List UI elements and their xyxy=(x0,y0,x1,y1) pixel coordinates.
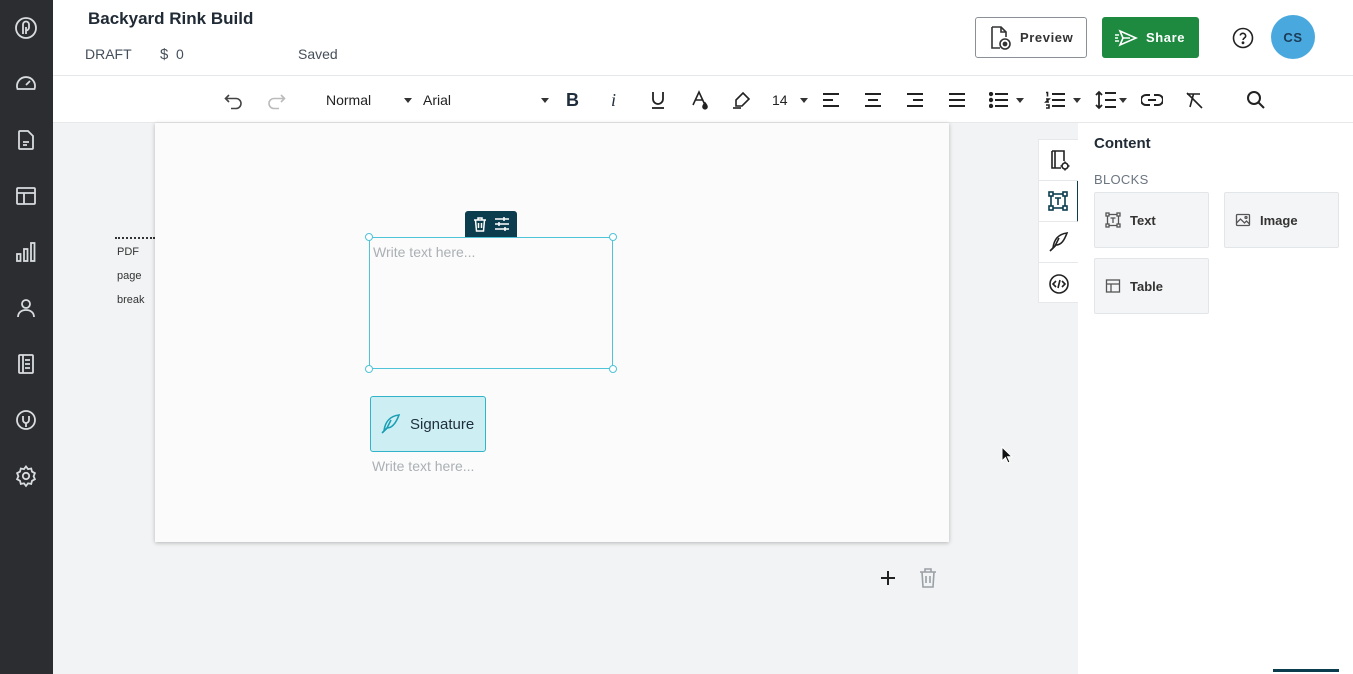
chevron-down-icon xyxy=(799,97,808,103)
preview-label: Preview xyxy=(1020,30,1074,45)
undo-icon[interactable] xyxy=(223,89,245,111)
block-toolbar xyxy=(465,211,517,237)
table-block-tile[interactable]: Table xyxy=(1094,258,1209,314)
signature-text-placeholder[interactable]: Write text here... xyxy=(372,458,474,474)
image-block-label: Image xyxy=(1260,212,1298,228)
pdf-break-label: page xyxy=(117,270,142,282)
paragraph-style-select[interactable]: Normal xyxy=(326,89,412,111)
preview-icon xyxy=(988,25,1012,51)
contacts-icon[interactable] xyxy=(14,296,38,320)
text-block-label: Text xyxy=(1130,212,1156,228)
underline-icon[interactable] xyxy=(650,89,666,111)
embed-code-tab[interactable] xyxy=(1039,263,1079,304)
pdf-page-break-line xyxy=(115,237,155,239)
search-icon[interactable] xyxy=(1246,89,1266,111)
scroll-indicator xyxy=(1273,669,1339,672)
text-block[interactable]: Write text here... xyxy=(365,233,617,373)
add-page-icon[interactable] xyxy=(879,569,897,587)
numbered-list-select[interactable] xyxy=(1044,89,1081,111)
font-family-select[interactable]: Arial xyxy=(423,89,549,111)
align-right-icon[interactable] xyxy=(906,89,924,111)
content-panel: Content BLOCKS Text Image Table xyxy=(1078,123,1353,674)
resize-handle[interactable] xyxy=(365,233,373,241)
save-state: Saved xyxy=(298,46,338,62)
content-blocks-tab[interactable] xyxy=(1039,181,1079,222)
send-icon xyxy=(1114,28,1138,48)
resize-handle[interactable] xyxy=(365,365,373,373)
document-amount: 0 xyxy=(176,46,184,62)
help-icon[interactable] xyxy=(1232,27,1254,49)
pdf-break-label: break xyxy=(117,294,145,306)
text-block-tile[interactable]: Text xyxy=(1094,192,1209,248)
panel-title: Content xyxy=(1094,135,1151,152)
signature-field[interactable]: Signature xyxy=(370,396,486,452)
align-justify-icon[interactable] xyxy=(948,89,966,111)
document-title[interactable]: Backyard Rink Build xyxy=(88,9,253,29)
highlight-icon[interactable] xyxy=(731,89,753,111)
redo-icon[interactable] xyxy=(265,89,287,111)
dashboard-icon[interactable] xyxy=(14,72,38,96)
sliders-icon[interactable] xyxy=(494,217,510,231)
chevron-down-icon xyxy=(1016,97,1024,103)
align-center-icon[interactable] xyxy=(864,89,882,111)
clear-format-icon[interactable] xyxy=(1184,89,1204,111)
editor-canvas: PDF page break Write text here... Signat… xyxy=(53,123,1078,674)
italic-icon[interactable]: i xyxy=(611,89,616,111)
trash-icon[interactable] xyxy=(473,216,487,232)
settings-icon[interactable] xyxy=(14,464,38,488)
bullet-list-select[interactable] xyxy=(989,89,1024,111)
integrations-icon[interactable] xyxy=(14,408,38,432)
document-header: Backyard Rink Build DRAFT $ 0 Saved Prev… xyxy=(53,0,1353,75)
image-block-tile[interactable]: Image xyxy=(1224,192,1339,248)
table-block-label: Table xyxy=(1130,278,1163,294)
status-badge: DRAFT xyxy=(85,46,132,62)
share-button[interactable]: Share xyxy=(1102,17,1199,58)
align-left-icon[interactable] xyxy=(822,89,840,111)
link-icon[interactable] xyxy=(1141,89,1163,111)
resize-handle[interactable] xyxy=(609,365,617,373)
document-page[interactable]: Write text here... Signature Write text … xyxy=(155,123,949,542)
currency-symbol: $ xyxy=(160,46,169,63)
chevron-down-icon xyxy=(1119,97,1127,103)
chevron-down-icon xyxy=(541,97,549,103)
analytics-icon[interactable] xyxy=(14,240,38,264)
font-family-value: Arial xyxy=(423,92,452,108)
share-label: Share xyxy=(1146,30,1186,45)
image-block-icon xyxy=(1235,212,1251,228)
preview-button[interactable]: Preview xyxy=(975,17,1087,58)
text-block-icon xyxy=(1105,212,1121,228)
mouse-cursor-icon xyxy=(1001,446,1013,464)
document-settings-tab[interactable] xyxy=(1039,140,1079,181)
text-block-placeholder[interactable]: Write text here... xyxy=(373,244,475,260)
text-color-icon[interactable] xyxy=(690,89,710,111)
signature-fields-tab[interactable] xyxy=(1039,222,1079,263)
pdf-break-label: PDF xyxy=(117,246,139,258)
left-nav-rail xyxy=(0,0,53,674)
documents-icon[interactable] xyxy=(14,128,38,152)
blocks-section-label: BLOCKS xyxy=(1094,172,1149,187)
bold-icon[interactable]: B xyxy=(566,89,579,111)
avatar[interactable]: CS xyxy=(1271,15,1315,59)
delete-page-icon[interactable] xyxy=(919,568,937,588)
paragraph-style-value: Normal xyxy=(326,92,372,108)
line-spacing-select[interactable] xyxy=(1095,89,1127,111)
font-size-select[interactable]: 14 xyxy=(772,89,808,111)
chevron-down-icon xyxy=(404,97,412,103)
catalog-icon[interactable] xyxy=(14,352,38,376)
table-block-icon xyxy=(1105,278,1121,294)
chevron-down-icon xyxy=(1073,97,1081,103)
panel-tabs xyxy=(1038,139,1079,304)
signature-label: Signature xyxy=(410,415,475,433)
quill-icon xyxy=(379,412,403,436)
formatting-toolbar: Normal Arial B i 14 xyxy=(53,75,1353,123)
logo-icon[interactable] xyxy=(14,16,38,40)
font-size-value: 14 xyxy=(772,92,788,108)
resize-handle[interactable] xyxy=(609,233,617,241)
templates-icon[interactable] xyxy=(14,184,38,208)
